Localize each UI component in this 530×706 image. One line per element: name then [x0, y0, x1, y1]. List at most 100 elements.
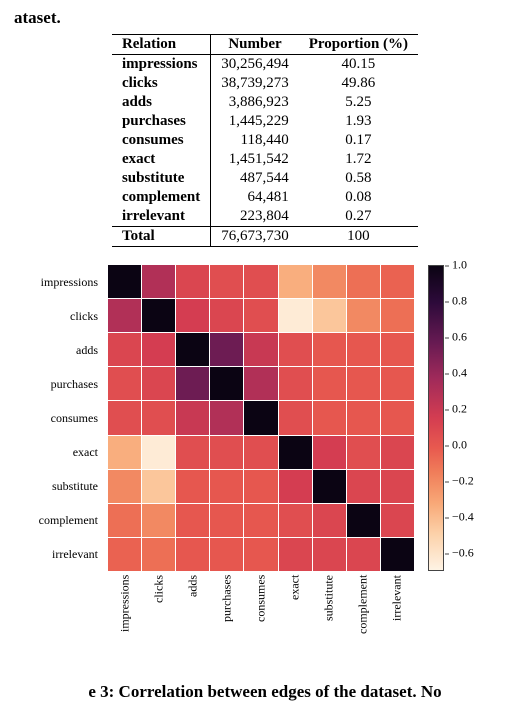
heatmap-cell: [244, 436, 277, 469]
heatmap-cell: [108, 333, 141, 366]
y-tick-label: consumes: [14, 401, 104, 435]
colorbar-tick: −0.4: [452, 510, 474, 525]
heatmap-cell: [176, 299, 209, 332]
heatmap-cell: [381, 367, 414, 400]
heatmap-cell: [210, 470, 243, 503]
td-proportion: 0.58: [299, 169, 418, 188]
colorbar-ticks: 1.00.80.60.40.20.0−0.2−0.4−0.6: [448, 265, 494, 571]
heatmap-cell: [210, 265, 243, 298]
colorbar-tick: 0.4: [452, 366, 467, 381]
heatmap-cell: [279, 436, 312, 469]
heatmap-cell: [313, 299, 346, 332]
heatmap-cell: [142, 401, 175, 434]
x-tick-label: adds: [176, 575, 210, 675]
heatmap-cell: [347, 401, 380, 434]
heatmap-cell: [210, 504, 243, 537]
heatmap-cell: [279, 299, 312, 332]
y-tick-label: purchases: [14, 367, 104, 401]
heatmap-cell: [381, 299, 414, 332]
colorbar-tick: 0.2: [452, 402, 467, 417]
y-tick-label: complement: [14, 503, 104, 537]
colorbar: 1.00.80.60.40.20.0−0.2−0.4−0.6: [428, 265, 498, 571]
td-proportion: 0.17: [299, 131, 418, 150]
heatmap-cell: [210, 299, 243, 332]
heatmap-cell: [176, 470, 209, 503]
heatmap-cell: [108, 367, 141, 400]
heatmap-cell: [347, 299, 380, 332]
heatmap-cell: [210, 436, 243, 469]
heatmap-cell: [313, 470, 346, 503]
x-tick-label: complement: [346, 575, 380, 675]
heatmap-cell: [279, 333, 312, 366]
heatmap-cell: [381, 401, 414, 434]
colorbar-tick: 0.8: [452, 294, 467, 309]
y-tick-label: irrelevant: [14, 537, 104, 571]
heatmap-cell: [176, 265, 209, 298]
y-tick-label: substitute: [14, 469, 104, 503]
heatmap-cell: [279, 504, 312, 537]
td-proportion: 49.86: [299, 74, 418, 93]
heatmap-cell: [142, 538, 175, 571]
td-number: 487,544: [211, 169, 299, 188]
x-tick-label: irrelevant: [380, 575, 414, 675]
heatmap-y-axis: impressionsclicksaddspurchasesconsumesex…: [14, 265, 104, 571]
y-tick-label: exact: [14, 435, 104, 469]
heatmap-cell: [279, 538, 312, 571]
td-number: 1,445,229: [211, 112, 299, 131]
x-tick-label: consumes: [244, 575, 278, 675]
table-row: impressions30,256,49440.15: [112, 55, 418, 75]
heatmap-cell: [313, 538, 346, 571]
heatmap-cell: [313, 436, 346, 469]
th-proportion: Proportion (%): [299, 35, 418, 55]
colorbar-tick: 1.0: [452, 258, 467, 273]
heatmap-cell: [176, 333, 209, 366]
heatmap-cell: [108, 401, 141, 434]
heatmap-cell: [108, 299, 141, 332]
heatmap-cell: [108, 470, 141, 503]
heatmap-cell: [381, 470, 414, 503]
heatmap-cell: [381, 538, 414, 571]
heatmap-cell: [210, 401, 243, 434]
heatmap-cell: [313, 367, 346, 400]
td-number: 118,440: [211, 131, 299, 150]
td-total-number: 76,673,730: [211, 227, 299, 247]
table-row: purchases1,445,2291.93: [112, 112, 418, 131]
th-number: Number: [211, 35, 299, 55]
heatmap-cell: [176, 367, 209, 400]
heatmap-cell: [108, 265, 141, 298]
heatmap-cell: [244, 470, 277, 503]
td-total-label: Total: [112, 227, 211, 247]
heatmap-cell: [347, 538, 380, 571]
heatmap-cell: [244, 538, 277, 571]
heatmap-cell: [313, 504, 346, 537]
heatmap-cell: [108, 504, 141, 537]
x-tick-label: purchases: [210, 575, 244, 675]
td-proportion: 0.08: [299, 188, 418, 207]
th-relation: Relation: [112, 35, 211, 55]
heatmap-cell: [142, 504, 175, 537]
td-relation: purchases: [112, 112, 211, 131]
table-row: clicks38,739,27349.86: [112, 74, 418, 93]
heatmap-cell: [279, 470, 312, 503]
heatmap-cell: [108, 436, 141, 469]
heatmap-cell: [347, 504, 380, 537]
x-tick-label: exact: [278, 575, 312, 675]
heatmap-cell: [279, 367, 312, 400]
x-tick-label: substitute: [312, 575, 346, 675]
td-proportion: 5.25: [299, 93, 418, 112]
td-relation: clicks: [112, 74, 211, 93]
heatmap-cell: [210, 367, 243, 400]
heatmap-cell: [210, 333, 243, 366]
td-relation: substitute: [112, 169, 211, 188]
heatmap-cell: [244, 401, 277, 434]
heatmap-cell: [176, 401, 209, 434]
heatmap-cell: [142, 333, 175, 366]
heatmap-cell: [142, 299, 175, 332]
heatmap-cell: [142, 436, 175, 469]
heatmap-cell: [313, 333, 346, 366]
correlation-heatmap: impressionsclicksaddspurchasesconsumesex…: [14, 255, 516, 685]
heatmap-cell: [210, 538, 243, 571]
table-row: exact1,451,5421.72: [112, 150, 418, 169]
heatmap-cell: [347, 265, 380, 298]
heatmap-cell: [279, 265, 312, 298]
